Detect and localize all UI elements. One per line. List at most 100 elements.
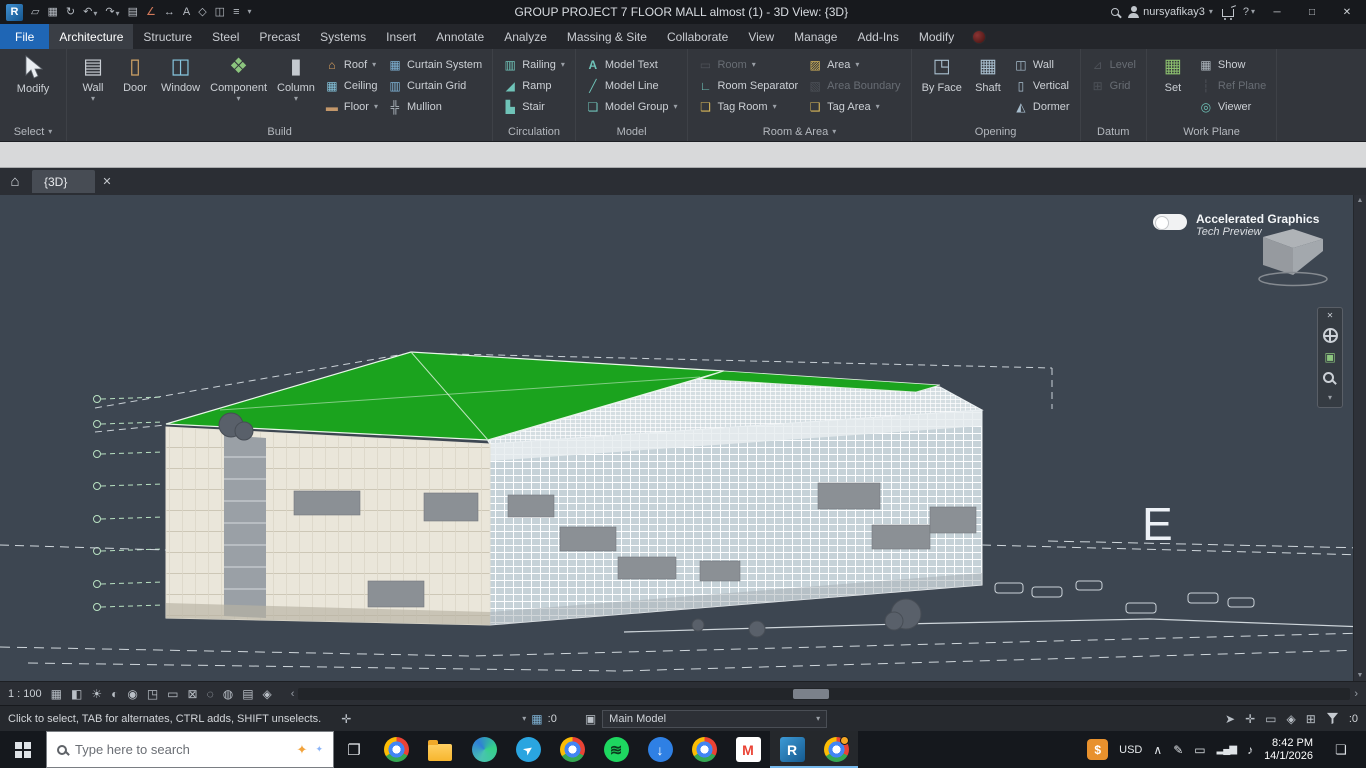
wall-button[interactable]: ▤Wall▾ [73,52,113,104]
scale-button[interactable]: 1 : 100 [8,688,42,700]
horizontal-scroll-thumb[interactable] [793,689,829,699]
curtain-grid-button[interactable]: ▥Curtain Grid [384,75,486,96]
door-button[interactable]: ▯Door [115,52,155,95]
selection-filter-icon[interactable] [1326,712,1339,725]
set-button[interactable]: ▦Set [1153,52,1193,95]
column-button[interactable]: ▮Column▾ [273,52,319,104]
modify-button[interactable]: Modify [6,52,60,96]
ribbon-options-icon[interactable] [972,30,986,44]
ceiling-button[interactable]: ▦Ceiling [321,75,382,96]
navbar-more-icon[interactable]: ▾ [1328,394,1332,402]
revit-app-icon[interactable]: R [6,4,23,21]
sun-path-icon[interactable]: ☀ [91,688,102,700]
select-links-icon[interactable]: ➤ [1225,713,1235,725]
text-icon[interactable]: A [183,7,190,18]
accelerated-graphics-toggle[interactable] [1153,214,1187,230]
tab-file[interactable]: File [0,24,49,49]
tab-manage[interactable]: Manage [784,24,847,49]
tab-annotate[interactable]: Annotate [426,24,494,49]
section-icon[interactable]: ◫ [215,7,225,18]
by-face-button[interactable]: ◳By Face [918,52,966,95]
design-options-icon[interactable]: ▣ [585,713,596,725]
tab-collaborate[interactable]: Collaborate [657,24,738,49]
revit-taskbar-icon[interactable]: R [770,731,814,768]
floor-button[interactable]: ▬Floor▾ [321,96,382,117]
taskbar-search[interactable]: ✦ ✦ [46,731,334,768]
vertical-opening-button[interactable]: ▯Vertical [1010,75,1074,96]
tab-precast[interactable]: Precast [249,24,310,49]
redo-button[interactable]: ↷▾ [105,7,119,18]
vertical-scrollbar[interactable]: ▲ ▼ [1353,195,1366,681]
tab-steel[interactable]: Steel [202,24,249,49]
lock-view-icon[interactable]: ⊠ [188,688,198,700]
telegram-icon[interactable]: ➤ [506,731,550,768]
curtain-system-button[interactable]: ▦Curtain System [384,54,486,75]
dormer-button[interactable]: ◭Dormer [1010,96,1074,117]
tag-area-button[interactable]: ❑Tag Area▾ [804,96,904,117]
scroll-down-icon[interactable]: ▼ [1357,672,1364,679]
model-text-button[interactable]: AModel Text [582,54,682,75]
horizontal-scrollbar[interactable]: ‹ › [291,688,1358,700]
shaft-button[interactable]: ▦Shaft [968,52,1008,95]
scroll-right-icon[interactable]: › [1354,688,1358,700]
tab-systems[interactable]: Systems [310,24,376,49]
search-icon[interactable] [1111,8,1119,16]
tag-room-button[interactable]: ❑Tag Room▾ [694,96,802,117]
horizontal-scroll-track[interactable] [298,688,1350,700]
component-button[interactable]: ❖Component▾ [206,52,271,104]
search-input[interactable] [75,742,289,757]
tab-view[interactable]: View [738,24,784,49]
task-view-button[interactable]: ❐ [334,731,374,768]
view-tab-3d[interactable]: {3D} [32,170,95,193]
volume-icon[interactable]: ♪ [1247,744,1253,756]
help-button[interactable]: ?▾ [1243,7,1255,18]
gmail-icon[interactable]: M [726,731,770,768]
close-button[interactable]: ✕ [1334,7,1360,18]
tab-modify[interactable]: Modify [909,24,964,49]
touch-keyboard-icon[interactable]: ▭ [1194,744,1205,756]
press-drag-icon[interactable]: ✛ [341,713,351,725]
building-model[interactable] [0,195,1366,681]
tab-addins[interactable]: Add-Ins [847,24,908,49]
tab-insert[interactable]: Insert [376,24,426,49]
aligned-dimension-icon[interactable]: ↔ [164,7,175,18]
edge-icon[interactable] [462,731,506,768]
maximize-button[interactable]: □ [1299,7,1325,18]
tab-structure[interactable]: Structure [133,24,202,49]
visual-style-icon[interactable]: ◧ [71,688,82,700]
highlights-icon[interactable]: ✦ [297,742,308,758]
roof-button[interactable]: ⌂Roof▾ [321,54,382,75]
spotify-icon[interactable]: ≋ [594,731,638,768]
elevation-marker[interactable]: E [1142,501,1173,547]
print-icon[interactable]: ▤ [128,7,138,18]
select-pinned-icon[interactable]: ▭ [1265,713,1276,725]
close-navbar-icon[interactable]: ✕ [1327,311,1334,320]
model-line-button[interactable]: ╱Model Line [582,75,682,96]
default-3d-view-icon[interactable]: ◇ [198,7,206,18]
room-separator-button[interactable]: ∟Room Separator [694,75,802,96]
chrome-icon[interactable] [682,731,726,768]
stair-button[interactable]: ▙Stair [499,96,569,117]
view-properties-icon[interactable]: ▤ [242,688,253,700]
scroll-left-icon[interactable]: ‹ [291,688,295,700]
file-explorer-icon[interactable] [418,731,462,768]
worksets-control[interactable]: ▾ ▦ :0 [522,713,557,725]
network-icon[interactable]: ▂▄▆ [1217,745,1236,755]
store-cart-icon[interactable] [1222,9,1234,17]
scroll-up-icon[interactable]: ▲ [1357,197,1364,204]
home-icon[interactable]: ⌂ [5,172,25,192]
pen-icon[interactable]: ✎ [1173,744,1183,756]
undo-button[interactable]: ↶▾ [83,7,97,18]
render-icon[interactable]: ◉ [127,688,137,700]
open-icon[interactable]: ▱ [31,7,39,18]
tab-massing-site[interactable]: Massing & Site [557,24,657,49]
crop-view-icon[interactable]: ◳ [147,688,158,700]
chrome-icon[interactable] [814,731,858,768]
temporary-hide-isolate-icon[interactable]: ◌ [207,688,214,700]
design-options-dropdown[interactable]: Main Model ▾ [602,710,827,728]
taskbar-clock[interactable]: 8:42 PM 14/1/2026 [1264,737,1313,763]
select-by-face-icon[interactable]: ◈ [1287,713,1296,725]
account-menu[interactable]: nursyafikay3 ▾ [1128,6,1213,18]
ramp-button[interactable]: ◢Ramp [499,75,569,96]
customize-qat-icon[interactable]: ▾ [247,8,251,16]
